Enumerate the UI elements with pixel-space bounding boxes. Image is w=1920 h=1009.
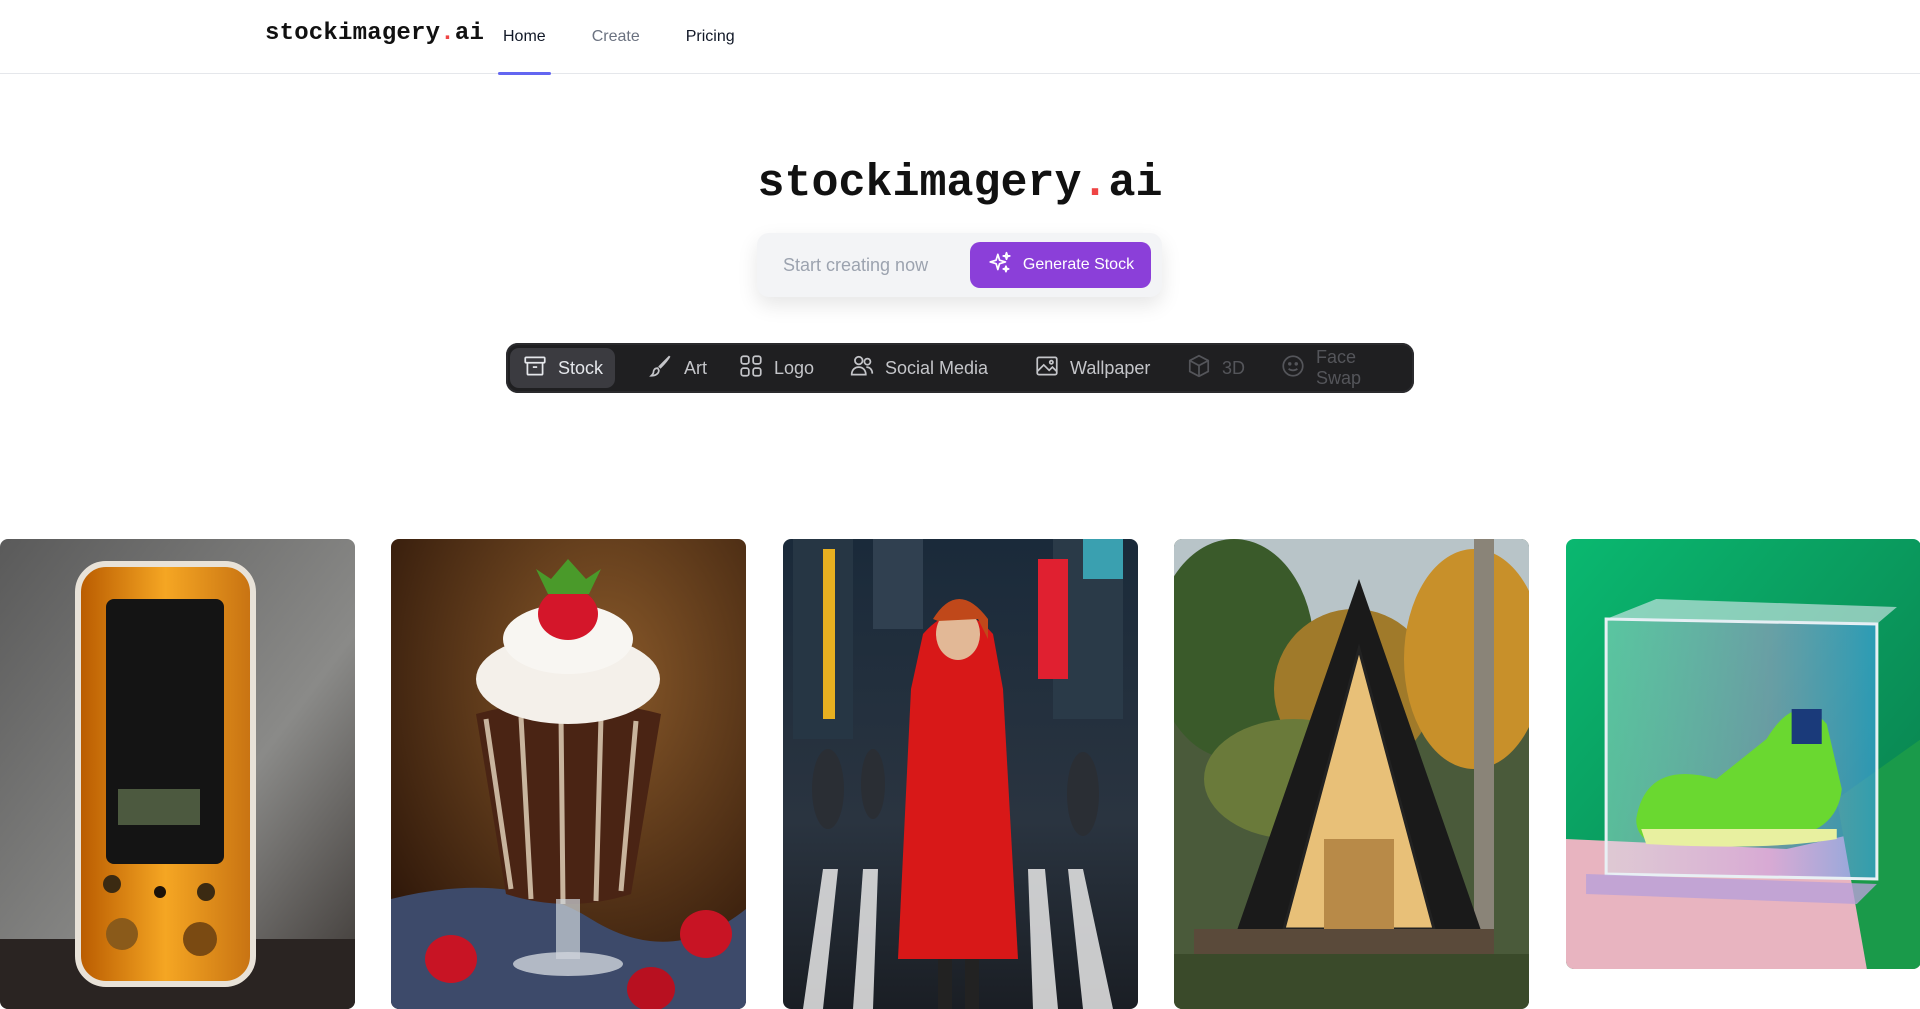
category-label: Social Media <box>885 357 989 378</box>
generate-stock-button[interactable]: Generate Stock <box>970 242 1151 288</box>
nav-create[interactable]: Create <box>587 0 645 74</box>
nav-pricing[interactable]: Pricing <box>681 0 740 74</box>
gallery-image-sundae[interactable] <box>391 539 746 1009</box>
image-icon <box>1034 353 1060 384</box>
nav-home[interactable]: Home <box>498 0 551 75</box>
category-label: Logo <box>774 357 815 378</box>
category-label: Stock <box>558 357 604 378</box>
prompt-search-box: Generate Stock <box>757 233 1162 297</box>
category-label: Face Swap <box>1316 347 1362 388</box>
paintbrush-icon <box>648 353 674 384</box>
category-social-media[interactable]: Social Media <box>837 348 1000 388</box>
category-3d: 3D <box>1174 348 1257 388</box>
users-icon <box>849 353 875 384</box>
gallery-image-red-raincoat[interactable] <box>783 539 1138 1009</box>
smiley-icon <box>1280 353 1306 384</box>
sparkles-icon <box>987 250 1013 281</box>
prompt-input[interactable] <box>769 245 969 285</box>
gallery-image-green-sneaker[interactable] <box>1566 539 1920 969</box>
generate-stock-label: Generate Stock <box>1022 256 1135 273</box>
category-wallpaper[interactable]: Wallpaper <box>1022 348 1162 388</box>
main-nav: Home Create Pricing <box>498 0 776 75</box>
hero-title: stockimagery.ai <box>757 158 1163 209</box>
grid-squares-icon <box>738 353 764 384</box>
brand-logo[interactable]: stockimagery.ai <box>265 20 484 47</box>
cube-icon <box>1186 353 1212 384</box>
category-label: Wallpaper <box>1070 357 1151 378</box>
category-stock[interactable]: Stock <box>510 348 616 388</box>
category-label: Art <box>684 357 708 378</box>
gallery-image-phone[interactable] <box>0 539 355 1009</box>
gallery-image-a-frame-cabin[interactable] <box>1174 539 1529 1009</box>
category-logo[interactable]: Logo <box>726 348 826 388</box>
category-face-swap: Face Swap <box>1268 347 1414 388</box>
category-art[interactable]: Art <box>636 348 719 388</box>
top-navbar: stockimagery.ai Home Create Pricing <box>0 0 1920 75</box>
archive-box-icon <box>522 353 548 384</box>
category-bar: Stock Art Logo Social Media Wallpaper 3D <box>506 343 1414 393</box>
category-label: 3D <box>1222 357 1246 378</box>
